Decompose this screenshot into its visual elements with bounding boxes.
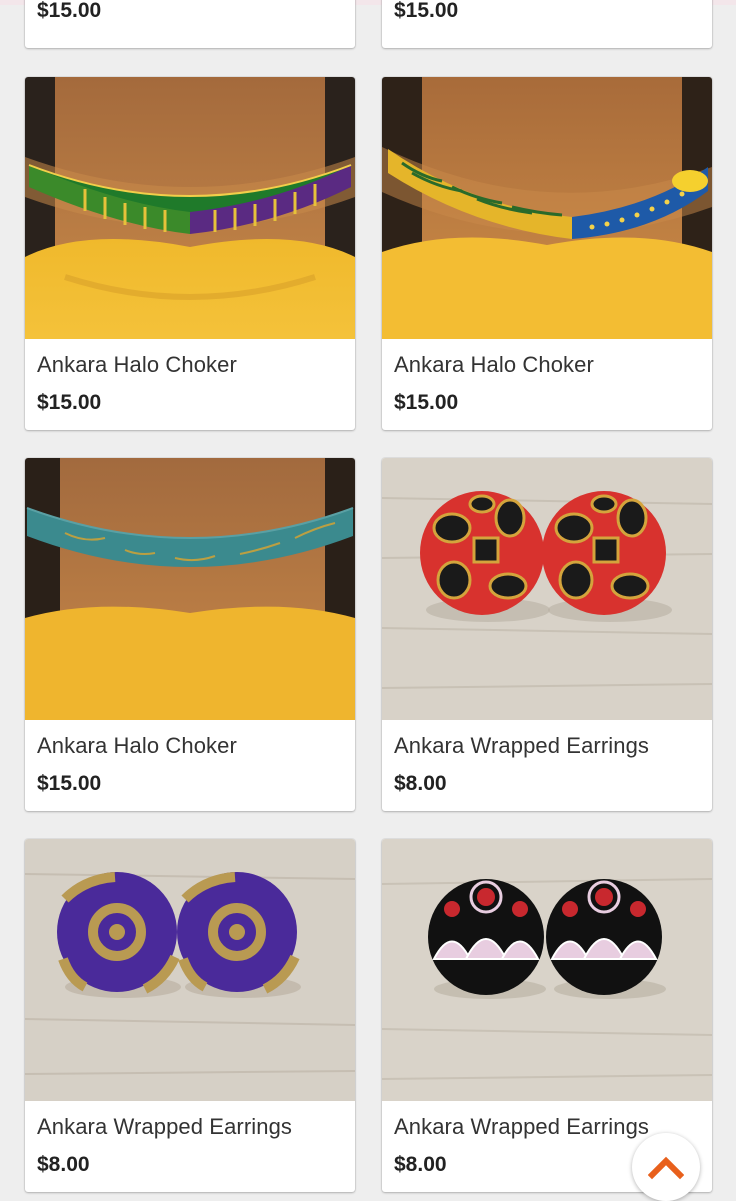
product-card[interactable]: Ankara Wrapped Earrings $8.00: [382, 458, 712, 811]
product-name[interactable]: Ankara Wrapped Earrings: [394, 733, 649, 759]
product-image[interactable]: [25, 839, 355, 1101]
product-price: $15.00: [37, 772, 102, 795]
product-name[interactable]: Ankara Halo Choker: [394, 352, 594, 378]
product-name[interactable]: Ankara Wrapped Earrings: [37, 1114, 292, 1140]
product-price: $15.00: [394, 391, 459, 414]
product-card[interactable]: Ankara Halo Choker $15.00: [382, 77, 712, 430]
product-price: $8.00: [394, 1153, 447, 1176]
product-card[interactable]: $15.00: [25, 0, 355, 48]
product-card[interactable]: Ankara Wrapped Earrings $8.00: [25, 839, 355, 1192]
product-image[interactable]: [382, 458, 712, 720]
product-image[interactable]: [382, 839, 712, 1101]
chevron-up-icon: [648, 1156, 684, 1180]
product-price: $15.00: [37, 0, 102, 22]
product-price: $15.00: [37, 391, 102, 414]
product-card[interactable]: $15.00: [382, 0, 712, 48]
product-image[interactable]: [382, 77, 712, 339]
product-grid: $15.00 $15.00 Ankara Halo Choker $15.00 …: [0, 0, 736, 1200]
product-card[interactable]: Ankara Halo Choker $15.00: [25, 77, 355, 430]
product-card[interactable]: Ankara Halo Choker $15.00: [25, 458, 355, 811]
product-price: $15.00: [394, 0, 459, 22]
product-name[interactable]: Ankara Wrapped Earrings: [394, 1114, 649, 1140]
product-image[interactable]: [25, 77, 355, 339]
product-name[interactable]: Ankara Halo Choker: [37, 352, 237, 378]
product-price: $8.00: [394, 772, 447, 795]
scroll-to-top-button[interactable]: [632, 1133, 700, 1201]
product-image[interactable]: [25, 458, 355, 720]
product-name[interactable]: Ankara Halo Choker: [37, 733, 237, 759]
product-price: $8.00: [37, 1153, 90, 1176]
